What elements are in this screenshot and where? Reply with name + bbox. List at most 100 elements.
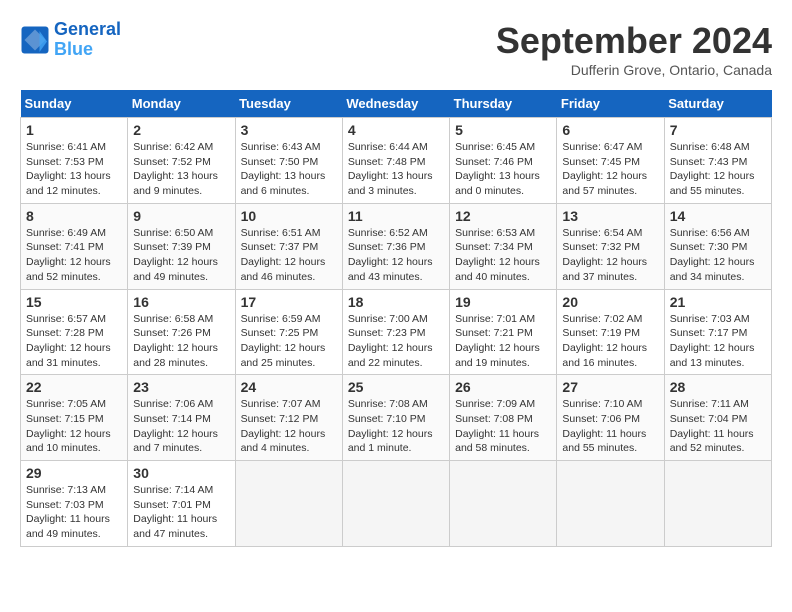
day-info: Sunrise: 7:08 AM Sunset: 7:10 PM Dayligh… <box>348 397 444 456</box>
day-number: 10 <box>241 208 337 224</box>
header-saturday: Saturday <box>664 90 771 118</box>
day-info: Sunrise: 7:03 AM Sunset: 7:17 PM Dayligh… <box>670 312 766 371</box>
day-info: Sunrise: 6:49 AM Sunset: 7:41 PM Dayligh… <box>26 226 122 285</box>
day-number: 16 <box>133 294 229 310</box>
day-number: 27 <box>562 379 658 395</box>
day-number: 17 <box>241 294 337 310</box>
header-friday: Friday <box>557 90 664 118</box>
day-number: 28 <box>670 379 766 395</box>
day-info: Sunrise: 7:05 AM Sunset: 7:15 PM Dayligh… <box>26 397 122 456</box>
calendar-row-0: 1 Sunrise: 6:41 AM Sunset: 7:53 PM Dayli… <box>21 118 772 204</box>
day-number: 11 <box>348 208 444 224</box>
calendar-cell: 3 Sunrise: 6:43 AM Sunset: 7:50 PM Dayli… <box>235 118 342 204</box>
day-number: 23 <box>133 379 229 395</box>
calendar-row-2: 15 Sunrise: 6:57 AM Sunset: 7:28 PM Dayl… <box>21 289 772 375</box>
header-sunday: Sunday <box>21 90 128 118</box>
calendar-cell: 17 Sunrise: 6:59 AM Sunset: 7:25 PM Dayl… <box>235 289 342 375</box>
day-number: 19 <box>455 294 551 310</box>
title-section: September 2024 Dufferin Grove, Ontario, … <box>496 20 772 78</box>
day-info: Sunrise: 7:11 AM Sunset: 7:04 PM Dayligh… <box>670 397 766 456</box>
calendar-cell: 24 Sunrise: 7:07 AM Sunset: 7:12 PM Dayl… <box>235 375 342 461</box>
calendar-cell: 16 Sunrise: 6:58 AM Sunset: 7:26 PM Dayl… <box>128 289 235 375</box>
calendar-row-1: 8 Sunrise: 6:49 AM Sunset: 7:41 PM Dayli… <box>21 203 772 289</box>
day-info: Sunrise: 6:44 AM Sunset: 7:48 PM Dayligh… <box>348 140 444 199</box>
logo-icon <box>20 25 50 55</box>
day-info: Sunrise: 6:47 AM Sunset: 7:45 PM Dayligh… <box>562 140 658 199</box>
day-info: Sunrise: 7:09 AM Sunset: 7:08 PM Dayligh… <box>455 397 551 456</box>
calendar-cell: 20 Sunrise: 7:02 AM Sunset: 7:19 PM Dayl… <box>557 289 664 375</box>
logo-line2: Blue <box>54 39 93 59</box>
day-info: Sunrise: 6:41 AM Sunset: 7:53 PM Dayligh… <box>26 140 122 199</box>
day-number: 14 <box>670 208 766 224</box>
calendar-cell: 5 Sunrise: 6:45 AM Sunset: 7:46 PM Dayli… <box>450 118 557 204</box>
day-info: Sunrise: 6:48 AM Sunset: 7:43 PM Dayligh… <box>670 140 766 199</box>
logo-line1: General <box>54 19 121 39</box>
day-number: 21 <box>670 294 766 310</box>
day-info: Sunrise: 6:42 AM Sunset: 7:52 PM Dayligh… <box>133 140 229 199</box>
calendar-cell: 12 Sunrise: 6:53 AM Sunset: 7:34 PM Dayl… <box>450 203 557 289</box>
header-thursday: Thursday <box>450 90 557 118</box>
day-number: 26 <box>455 379 551 395</box>
day-info: Sunrise: 6:59 AM Sunset: 7:25 PM Dayligh… <box>241 312 337 371</box>
header-wednesday: Wednesday <box>342 90 449 118</box>
day-number: 8 <box>26 208 122 224</box>
calendar-cell: 10 Sunrise: 6:51 AM Sunset: 7:37 PM Dayl… <box>235 203 342 289</box>
day-number: 29 <box>26 465 122 481</box>
day-number: 18 <box>348 294 444 310</box>
day-number: 15 <box>26 294 122 310</box>
calendar-cell: 1 Sunrise: 6:41 AM Sunset: 7:53 PM Dayli… <box>21 118 128 204</box>
day-info: Sunrise: 6:57 AM Sunset: 7:28 PM Dayligh… <box>26 312 122 371</box>
day-info: Sunrise: 7:07 AM Sunset: 7:12 PM Dayligh… <box>241 397 337 456</box>
day-info: Sunrise: 6:43 AM Sunset: 7:50 PM Dayligh… <box>241 140 337 199</box>
day-info: Sunrise: 6:52 AM Sunset: 7:36 PM Dayligh… <box>348 226 444 285</box>
day-number: 6 <box>562 122 658 138</box>
day-info: Sunrise: 6:50 AM Sunset: 7:39 PM Dayligh… <box>133 226 229 285</box>
calendar-cell: 19 Sunrise: 7:01 AM Sunset: 7:21 PM Dayl… <box>450 289 557 375</box>
day-number: 9 <box>133 208 229 224</box>
calendar-row-4: 29 Sunrise: 7:13 AM Sunset: 7:03 PM Dayl… <box>21 461 772 547</box>
calendar-cell <box>664 461 771 547</box>
calendar-cell <box>557 461 664 547</box>
day-info: Sunrise: 6:56 AM Sunset: 7:30 PM Dayligh… <box>670 226 766 285</box>
month-title: September 2024 <box>496 20 772 62</box>
page-header: General Blue September 2024 Dufferin Gro… <box>20 20 772 78</box>
day-info: Sunrise: 7:02 AM Sunset: 7:19 PM Dayligh… <box>562 312 658 371</box>
location: Dufferin Grove, Ontario, Canada <box>496 62 772 78</box>
day-info: Sunrise: 6:54 AM Sunset: 7:32 PM Dayligh… <box>562 226 658 285</box>
calendar-cell: 21 Sunrise: 7:03 AM Sunset: 7:17 PM Dayl… <box>664 289 771 375</box>
day-number: 20 <box>562 294 658 310</box>
calendar-cell: 2 Sunrise: 6:42 AM Sunset: 7:52 PM Dayli… <box>128 118 235 204</box>
calendar-cell: 25 Sunrise: 7:08 AM Sunset: 7:10 PM Dayl… <box>342 375 449 461</box>
day-number: 7 <box>670 122 766 138</box>
day-number: 13 <box>562 208 658 224</box>
day-number: 1 <box>26 122 122 138</box>
day-number: 2 <box>133 122 229 138</box>
calendar-cell: 23 Sunrise: 7:06 AM Sunset: 7:14 PM Dayl… <box>128 375 235 461</box>
calendar-cell: 6 Sunrise: 6:47 AM Sunset: 7:45 PM Dayli… <box>557 118 664 204</box>
day-number: 25 <box>348 379 444 395</box>
header-monday: Monday <box>128 90 235 118</box>
calendar-cell <box>235 461 342 547</box>
day-info: Sunrise: 6:45 AM Sunset: 7:46 PM Dayligh… <box>455 140 551 199</box>
day-info: Sunrise: 7:14 AM Sunset: 7:01 PM Dayligh… <box>133 483 229 542</box>
header-tuesday: Tuesday <box>235 90 342 118</box>
calendar-cell: 27 Sunrise: 7:10 AM Sunset: 7:06 PM Dayl… <box>557 375 664 461</box>
calendar-cell: 9 Sunrise: 6:50 AM Sunset: 7:39 PM Dayli… <box>128 203 235 289</box>
day-info: Sunrise: 7:10 AM Sunset: 7:06 PM Dayligh… <box>562 397 658 456</box>
day-number: 22 <box>26 379 122 395</box>
day-number: 3 <box>241 122 337 138</box>
calendar-cell: 22 Sunrise: 7:05 AM Sunset: 7:15 PM Dayl… <box>21 375 128 461</box>
calendar-cell: 26 Sunrise: 7:09 AM Sunset: 7:08 PM Dayl… <box>450 375 557 461</box>
day-number: 30 <box>133 465 229 481</box>
weekday-header-row: Sunday Monday Tuesday Wednesday Thursday… <box>21 90 772 118</box>
calendar-row-3: 22 Sunrise: 7:05 AM Sunset: 7:15 PM Dayl… <box>21 375 772 461</box>
calendar-cell: 29 Sunrise: 7:13 AM Sunset: 7:03 PM Dayl… <box>21 461 128 547</box>
day-info: Sunrise: 7:06 AM Sunset: 7:14 PM Dayligh… <box>133 397 229 456</box>
calendar-cell: 15 Sunrise: 6:57 AM Sunset: 7:28 PM Dayl… <box>21 289 128 375</box>
calendar-cell: 8 Sunrise: 6:49 AM Sunset: 7:41 PM Dayli… <box>21 203 128 289</box>
day-info: Sunrise: 6:53 AM Sunset: 7:34 PM Dayligh… <box>455 226 551 285</box>
calendar-cell: 11 Sunrise: 6:52 AM Sunset: 7:36 PM Dayl… <box>342 203 449 289</box>
calendar-cell: 13 Sunrise: 6:54 AM Sunset: 7:32 PM Dayl… <box>557 203 664 289</box>
calendar-cell: 14 Sunrise: 6:56 AM Sunset: 7:30 PM Dayl… <box>664 203 771 289</box>
day-number: 24 <box>241 379 337 395</box>
